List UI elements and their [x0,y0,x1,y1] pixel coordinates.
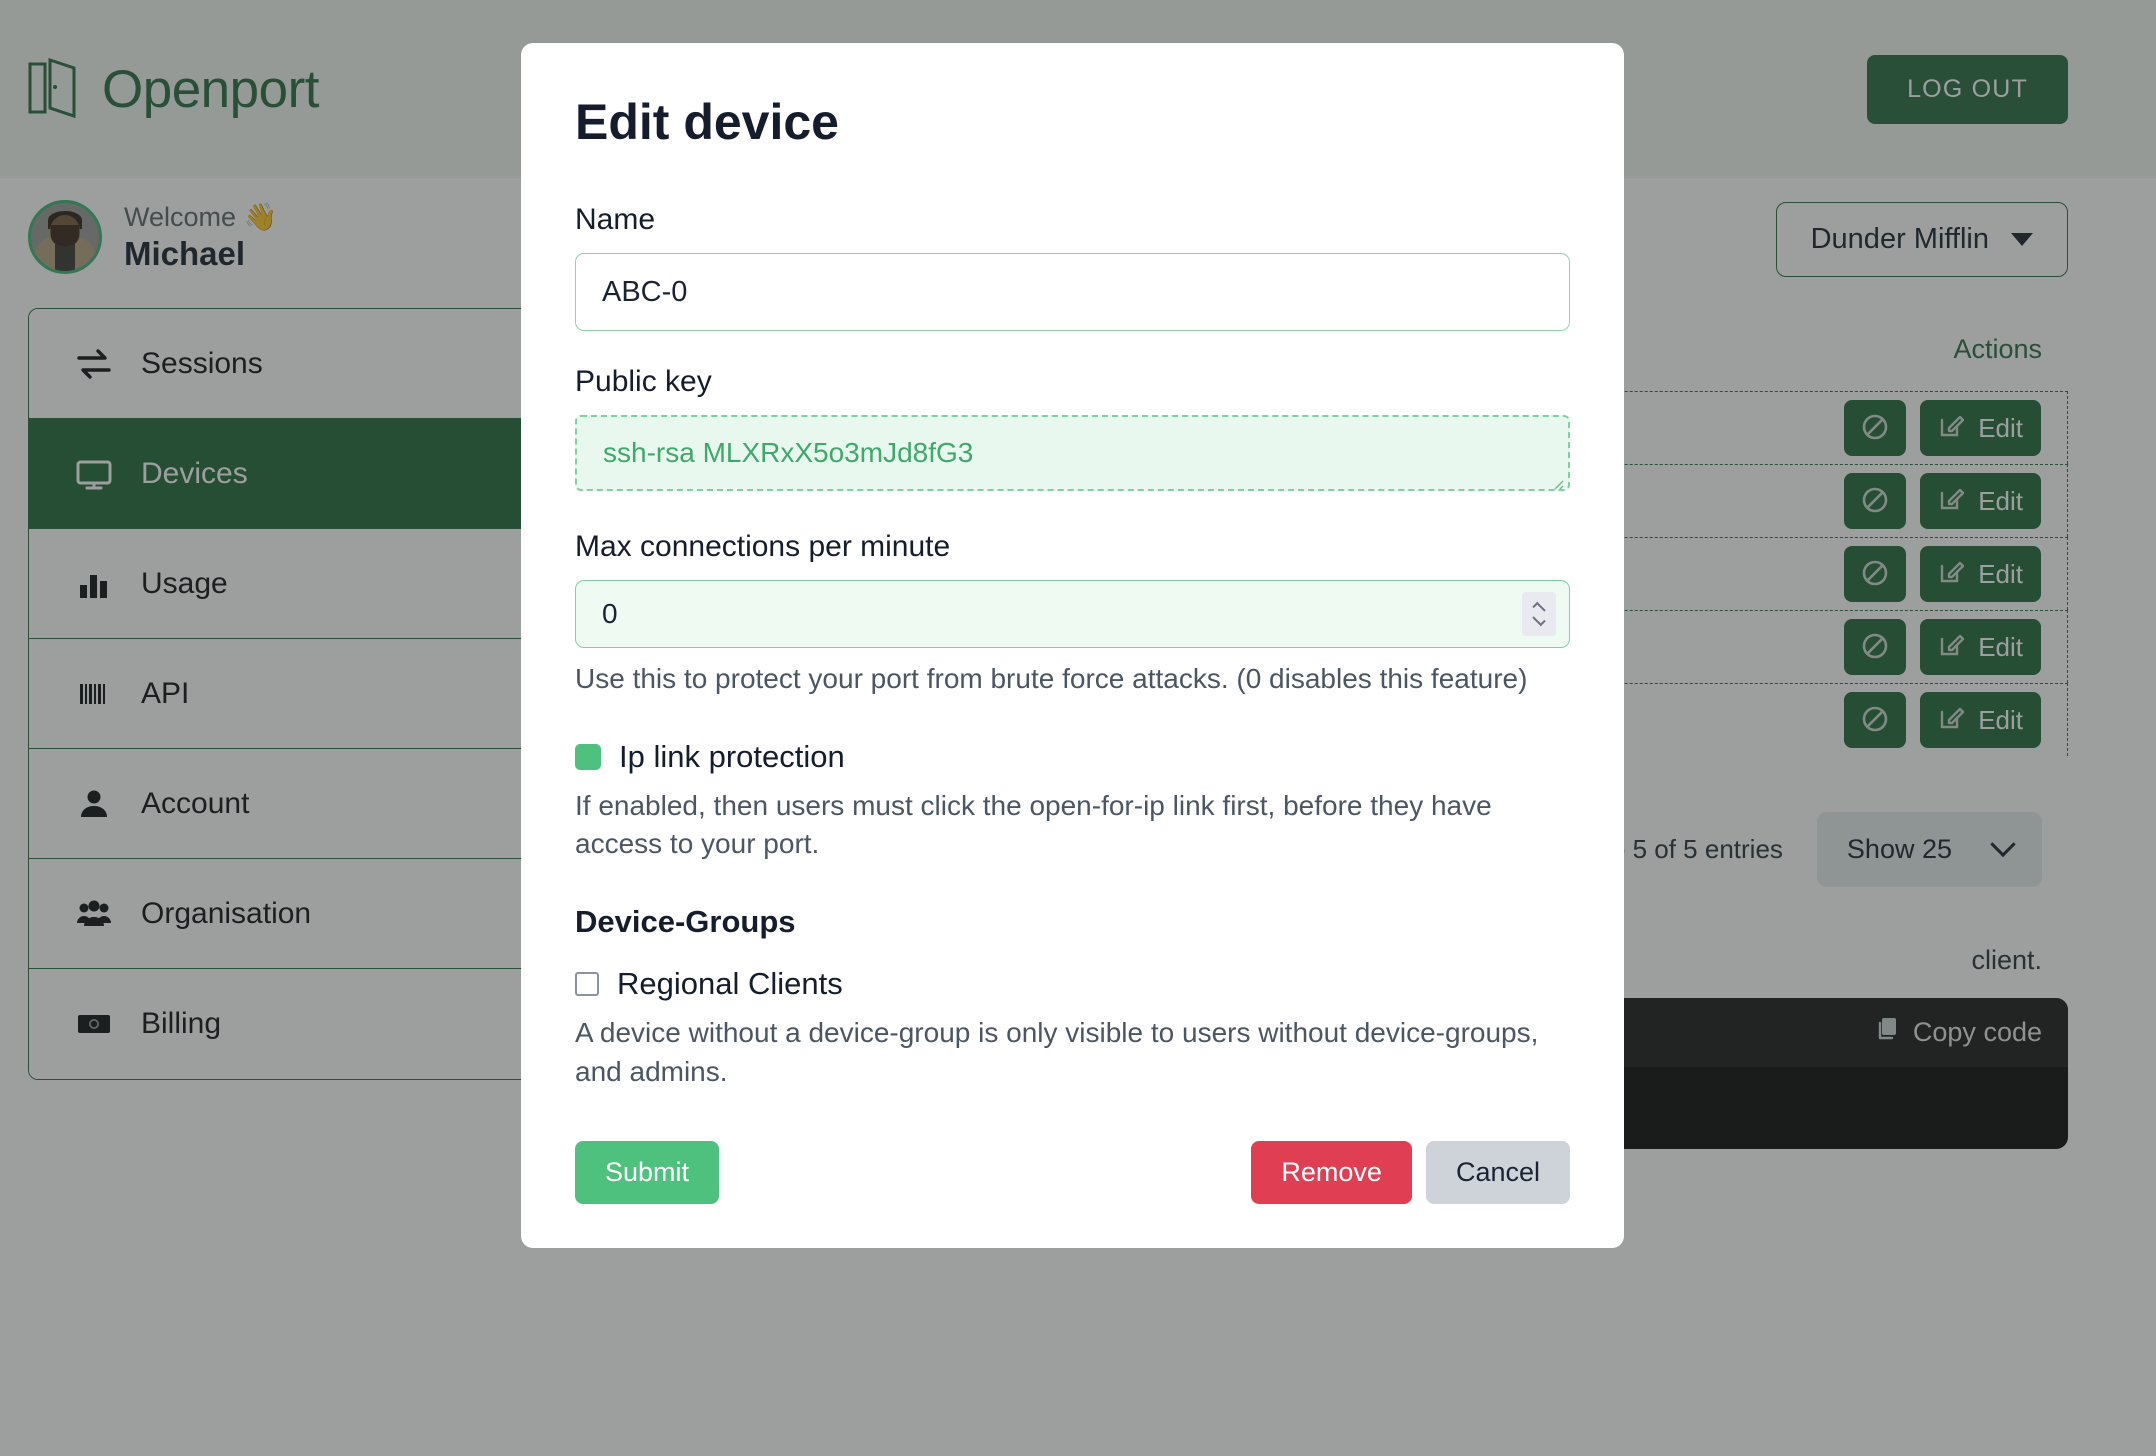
ip-link-protection-row[interactable]: Ip link protection [575,739,1570,775]
resize-grip-icon[interactable] [1550,476,1564,490]
cancel-button[interactable]: Cancel [1426,1141,1570,1204]
public-key-textarea[interactable]: ssh-rsa MLXRxX5o3mJd8fG3 [575,415,1570,491]
chevron-down-icon[interactable] [1532,613,1545,626]
ip-link-protection-help: If enabled, then users must click the op… [575,787,1570,864]
device-group-checkbox[interactable] [575,972,599,996]
device-group-label: Regional Clients [617,966,843,1002]
device-group-row[interactable]: Regional Clients [575,966,1570,1002]
max-connections-label: Max connections per minute [575,530,1570,564]
chevron-up-icon[interactable] [1532,602,1545,615]
name-label: Name [575,203,1570,237]
edit-device-modal: Edit device Name Public key ssh-rsa MLXR… [521,43,1624,1248]
public-key-label: Public key [575,365,1570,399]
number-stepper[interactable] [1522,592,1556,636]
modal-footer: Submit Remove Cancel [575,1141,1570,1204]
device-groups-title: Device-Groups [575,904,1570,940]
name-input[interactable] [575,253,1570,331]
max-connections-help: Use this to protect your port from brute… [575,660,1570,699]
remove-button[interactable]: Remove [1251,1141,1412,1204]
max-connections-input[interactable] [575,580,1570,648]
app-root: Openport LOG OUT Welcome 👋 Michael Dunde… [0,0,2156,1456]
modal-title: Edit device [575,93,1570,151]
submit-button[interactable]: Submit [575,1141,719,1204]
ip-link-protection-label: Ip link protection [619,739,845,775]
ip-link-protection-checkbox[interactable] [575,744,601,770]
device-groups-help: A device without a device-group is only … [575,1014,1570,1091]
